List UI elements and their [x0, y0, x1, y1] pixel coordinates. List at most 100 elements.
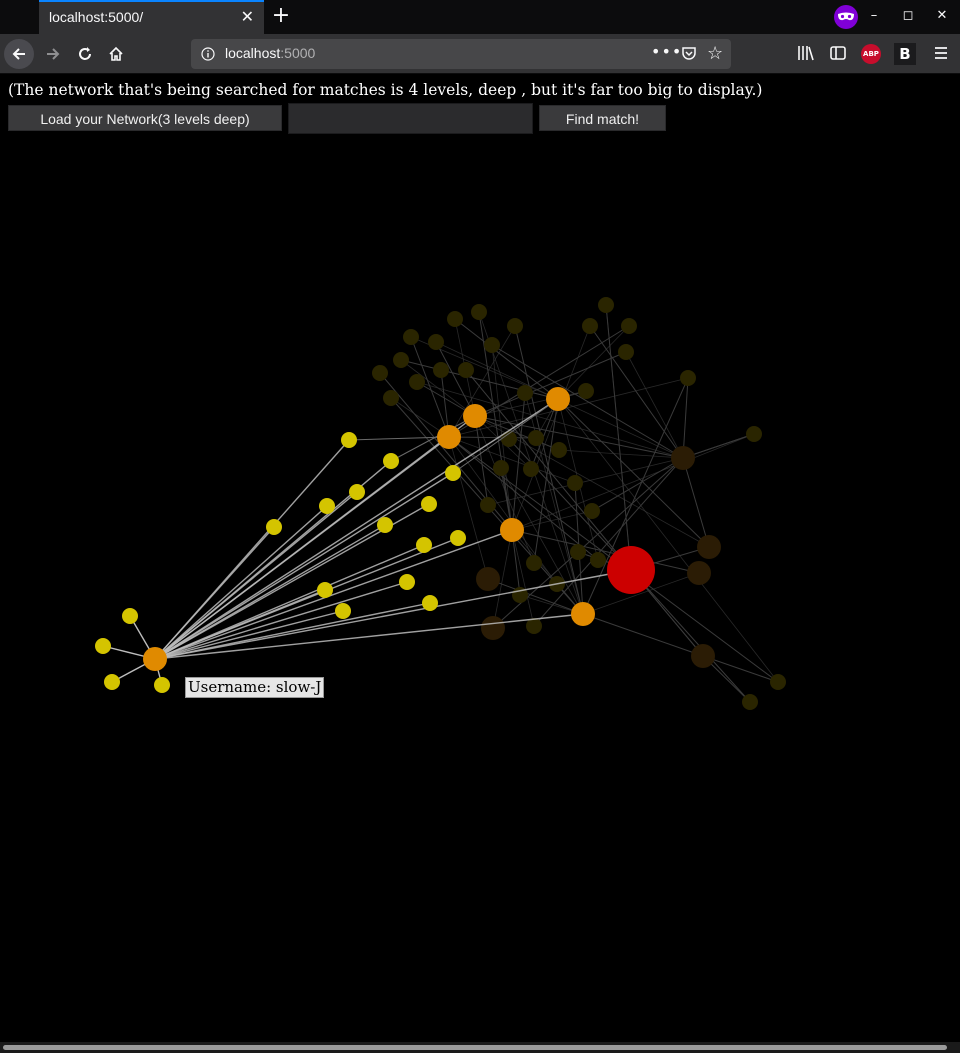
page-actions-icon[interactable]: •••	[651, 42, 682, 61]
faded-node[interactable]	[528, 430, 544, 446]
faded-node[interactable]	[598, 297, 614, 313]
level1-node[interactable]	[104, 674, 120, 690]
level1-node[interactable]	[122, 608, 138, 624]
faded-node[interactable]	[523, 461, 539, 477]
network-graph[interactable]	[0, 74, 960, 1042]
url-bar[interactable]: localhost:5000 ••• ☆	[191, 39, 731, 69]
back-arrow-icon	[12, 48, 25, 60]
faded-node[interactable]	[480, 497, 496, 513]
faded-node[interactable]	[447, 311, 463, 327]
level1-node[interactable]	[450, 530, 466, 546]
level1-node[interactable]	[416, 537, 432, 553]
adblock-plus-icon[interactable]: ABP	[861, 44, 881, 64]
bookmark-star-icon[interactable]: ☆	[707, 43, 723, 64]
level1-node[interactable]	[95, 638, 111, 654]
faded-node[interactable]	[507, 318, 523, 334]
level1-node[interactable]	[335, 603, 351, 619]
scrollbar-thumb[interactable]	[3, 1045, 947, 1050]
back-button[interactable]	[4, 39, 34, 69]
faded-node[interactable]	[671, 446, 695, 470]
minimize-icon[interactable]: –	[864, 7, 884, 25]
faded-node[interactable]	[493, 460, 509, 476]
username-search-input[interactable]	[288, 103, 533, 134]
level2-node[interactable]	[571, 602, 595, 626]
level2-node[interactable]	[463, 404, 487, 428]
tab-close-icon[interactable]: ✕	[241, 8, 254, 26]
faded-node[interactable]	[409, 374, 425, 390]
faded-link	[630, 569, 751, 703]
faded-node[interactable]	[526, 555, 542, 571]
faded-node[interactable]	[746, 426, 762, 442]
faded-node[interactable]	[590, 552, 606, 568]
faded-node[interactable]	[428, 334, 444, 350]
library-icon[interactable]	[797, 44, 815, 62]
level1-node[interactable]	[341, 432, 357, 448]
faded-node[interactable]	[570, 544, 586, 560]
faded-link	[589, 325, 684, 459]
faded-node[interactable]	[372, 365, 388, 381]
faded-node[interactable]	[697, 535, 721, 559]
faded-node[interactable]	[551, 442, 567, 458]
active-link	[154, 415, 476, 660]
faded-node[interactable]	[691, 644, 715, 668]
level1-node[interactable]	[154, 677, 170, 693]
level1-node[interactable]	[377, 517, 393, 533]
level1-node[interactable]	[421, 496, 437, 512]
faded-node[interactable]	[582, 318, 598, 334]
maximize-icon[interactable]: ◻	[898, 7, 918, 25]
level1-node[interactable]	[399, 574, 415, 590]
faded-link	[625, 351, 684, 459]
b-extension-icon[interactable]: B	[894, 43, 916, 65]
sidebar-icon[interactable]	[829, 44, 847, 62]
center-node[interactable]	[607, 546, 655, 594]
faded-node[interactable]	[770, 674, 786, 690]
level1-node[interactable]	[383, 453, 399, 469]
level1-node[interactable]	[317, 582, 333, 598]
faded-node[interactable]	[742, 694, 758, 710]
faded-node[interactable]	[458, 362, 474, 378]
faded-link	[557, 325, 630, 400]
private-browsing-icon	[834, 5, 858, 29]
find-match-button[interactable]: Find match!	[539, 105, 666, 131]
faded-node[interactable]	[484, 337, 500, 353]
faded-node[interactable]	[618, 344, 634, 360]
horizontal-scrollbar[interactable]	[0, 1042, 960, 1053]
faded-node[interactable]	[578, 383, 594, 399]
faded-node[interactable]	[687, 561, 711, 585]
level1-node[interactable]	[319, 498, 335, 514]
close-window-icon[interactable]: ✕	[932, 7, 952, 25]
faded-node[interactable]	[433, 362, 449, 378]
reload-icon	[79, 47, 91, 60]
faded-node[interactable]	[471, 304, 487, 320]
pocket-icon[interactable]	[681, 45, 697, 61]
level2-node[interactable]	[546, 387, 570, 411]
site-info-icon[interactable]	[201, 47, 215, 61]
node-tooltip: Username: slow-J	[185, 677, 325, 698]
faded-node[interactable]	[403, 329, 419, 345]
faded-node[interactable]	[393, 352, 409, 368]
level2-node[interactable]	[437, 425, 461, 449]
faded-node[interactable]	[567, 475, 583, 491]
faded-node[interactable]	[476, 567, 500, 591]
new-tab-icon[interactable]: +	[270, 3, 292, 29]
active-link	[154, 491, 358, 660]
browser-tab[interactable]: localhost:5000/ ✕	[39, 0, 264, 34]
faded-node[interactable]	[584, 503, 600, 519]
hamburger-menu-icon[interactable]	[932, 44, 950, 62]
faded-node[interactable]	[621, 318, 637, 334]
faded-node[interactable]	[481, 616, 505, 640]
reload-button[interactable]	[70, 39, 100, 69]
level2-node[interactable]	[500, 518, 524, 542]
home-button[interactable]	[101, 39, 131, 69]
level1-node[interactable]	[349, 484, 365, 500]
forward-button[interactable]	[38, 39, 68, 69]
page-content: (The network that's being searched for m…	[0, 74, 960, 1053]
faded-node[interactable]	[517, 385, 533, 401]
load-network-button[interactable]: Load your Network(3 levels deep)	[8, 105, 282, 131]
hovered-user-node[interactable]	[143, 647, 167, 671]
faded-node[interactable]	[383, 390, 399, 406]
level1-node[interactable]	[445, 465, 461, 481]
level1-node[interactable]	[422, 595, 438, 611]
faded-node[interactable]	[680, 370, 696, 386]
level1-node[interactable]	[266, 519, 282, 535]
